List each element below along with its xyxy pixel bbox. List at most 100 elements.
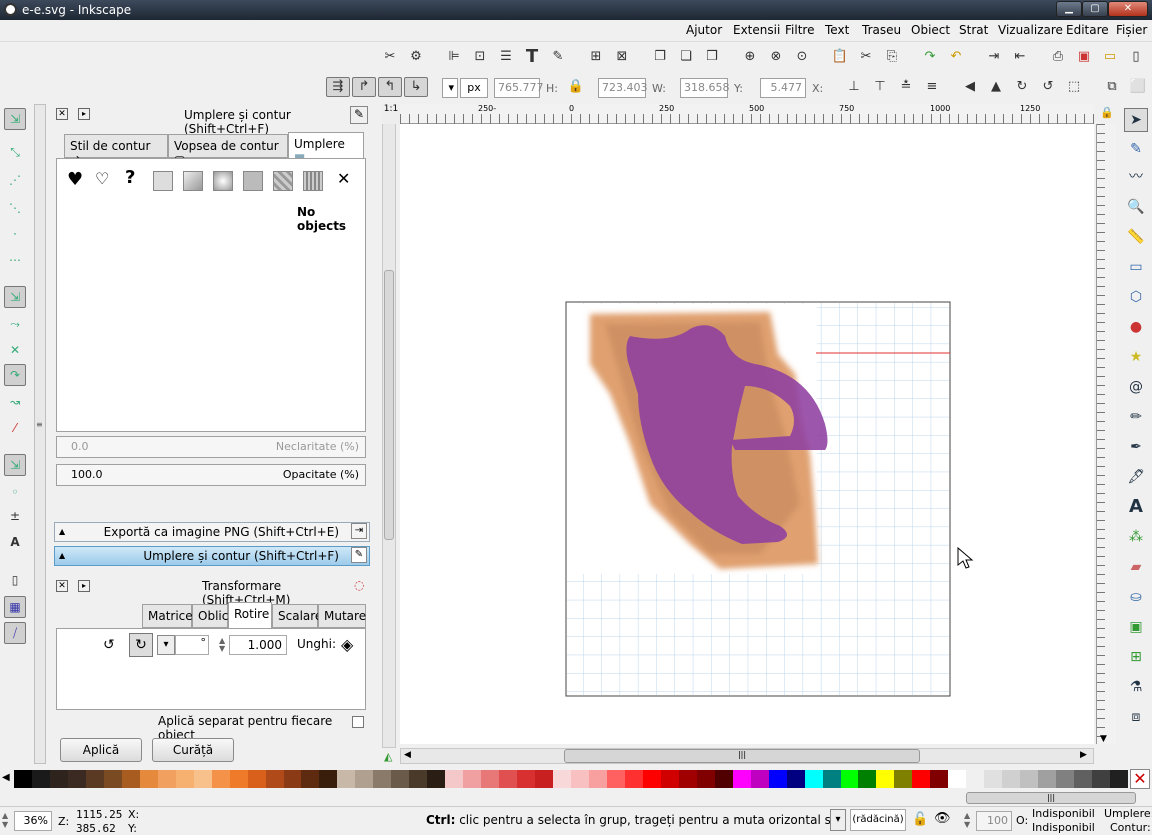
- tab-fill[interactable]: Umplere ■: [288, 132, 364, 165]
- menu-editare[interactable]: Editare: [1066, 23, 1109, 37]
- eraser-tool-icon[interactable]: ▰: [1124, 556, 1148, 580]
- opacity-spin-icon[interactable]: ▲ ▼: [964, 811, 976, 831]
- pencil-tool-icon[interactable]: ✏: [1124, 406, 1148, 430]
- flip-horizontal-icon[interactable]: ▲: [986, 77, 1006, 97]
- y-input[interactable]: 318.658: [680, 78, 730, 98]
- dropper-tool-icon[interactable]: ⚗: [1124, 676, 1148, 700]
- palette-swatch[interactable]: [409, 770, 428, 788]
- palette-swatch[interactable]: [67, 770, 87, 788]
- palette-swatch[interactable]: [373, 770, 392, 788]
- zoom-drawing-icon[interactable]: ⊗: [766, 47, 786, 67]
- gradient-tool-icon[interactable]: ▣: [1124, 616, 1148, 640]
- palette-swatch[interactable]: [768, 770, 788, 788]
- height-input[interactable]: 765.777: [494, 78, 544, 98]
- palette-swatch[interactable]: [517, 770, 536, 788]
- opacity-input[interactable]: 100: [976, 811, 1012, 831]
- no-paint-icon[interactable]: ✕: [337, 169, 350, 188]
- duplicate-icon[interactable]: ❏: [676, 47, 696, 67]
- minimize-button[interactable]: ▁: [1056, 1, 1082, 17]
- pen-tool-icon[interactable]: ✒: [1124, 436, 1148, 460]
- palette-swatch[interactable]: [301, 770, 320, 788]
- palette-swatch[interactable]: [714, 770, 734, 788]
- ungroup-icon[interactable]: ⊞: [586, 47, 606, 67]
- copy-icon[interactable]: ❒: [702, 47, 722, 67]
- measure-tool-icon[interactable]: 📏: [1124, 226, 1148, 250]
- palette-swatch[interactable]: [912, 770, 931, 788]
- snap-cusp-nodes-icon[interactable]: ↷: [4, 364, 26, 386]
- selector-tool-icon[interactable]: ➤: [1124, 108, 1148, 132]
- transform-stroke-icon[interactable]: ⇶: [326, 77, 350, 97]
- lower-bottom-icon[interactable]: ⊥: [844, 77, 864, 97]
- palette-swatch[interactable]: [642, 770, 662, 788]
- export-png-expander[interactable]: ▲ Exportă ca imagine PNG (Shift+Ctrl+E) …: [54, 522, 370, 542]
- palette-swatch[interactable]: [49, 770, 69, 788]
- scroll-right-icon[interactable]: ▶: [1080, 750, 1087, 760]
- clone-icon[interactable]: ❐: [650, 47, 670, 67]
- palette-swatch[interactable]: [1002, 770, 1021, 788]
- palette-swatch[interactable]: [337, 770, 356, 788]
- lock-icon[interactable]: 🔒: [566, 77, 586, 97]
- palette-swatch[interactable]: [571, 770, 590, 788]
- palette-swatch[interactable]: [139, 770, 159, 788]
- 3dbox-tool-icon[interactable]: ⬡: [1124, 286, 1148, 310]
- transform-pattern-icon[interactable]: ↳: [404, 77, 428, 97]
- palette-swatch[interactable]: [948, 770, 967, 788]
- transform-iconify-icon[interactable]: ▸: [78, 580, 90, 592]
- angle-unit-field[interactable]: °: [175, 635, 209, 655]
- menu-traseu[interactable]: Traseu: [862, 23, 901, 37]
- spiral-tool-icon[interactable]: @: [1124, 376, 1148, 400]
- zoom-tool-icon[interactable]: 🔍: [1124, 196, 1148, 220]
- snap-text-baseline-icon[interactable]: A: [4, 532, 26, 554]
- spray-tool-icon[interactable]: ⁂: [1124, 526, 1148, 550]
- tool-settings-icon[interactable]: ✂: [380, 47, 400, 67]
- swatch-icon[interactable]: [303, 171, 323, 191]
- zoom-spin-icon[interactable]: ▲ ▼: [2, 811, 14, 831]
- palette-swatch[interactable]: [499, 770, 518, 788]
- palette-swatch[interactable]: [858, 770, 877, 788]
- snap-bbox-center-icon[interactable]: ⋯: [4, 250, 26, 272]
- palette-swatch[interactable]: [606, 770, 626, 788]
- angle-input[interactable]: 1.000: [229, 635, 287, 655]
- opacity-slider[interactable]: 100.0 Opacitate (%): [56, 464, 366, 486]
- canvas[interactable]: [400, 124, 1094, 744]
- new-document-icon[interactable]: ▯: [1126, 47, 1146, 67]
- snap-path-intersection-icon[interactable]: ✕: [4, 340, 26, 362]
- export-icon[interactable]: ⇥: [984, 47, 1004, 67]
- snap-rotation-center-icon[interactable]: ±: [4, 506, 26, 528]
- calligraphy-tool-icon[interactable]: 🖋: [1124, 466, 1148, 490]
- group-icon[interactable]: ⊠: [612, 47, 632, 67]
- text-font-icon[interactable]: T: [522, 47, 542, 67]
- apply-button[interactable]: Aplică: [60, 738, 142, 762]
- tab-skew[interactable]: Oblic: [192, 604, 228, 628]
- palette-swatch[interactable]: [1056, 770, 1075, 788]
- palette-swatch[interactable]: [553, 770, 572, 788]
- bucket-tool-icon[interactable]: ⛀: [1124, 586, 1148, 610]
- transform-close-icon[interactable]: ✕: [56, 580, 68, 592]
- palette-swatch[interactable]: [14, 770, 33, 788]
- rotate-ccw-icon[interactable]: ↺: [1038, 77, 1058, 97]
- snap-bbox-edge-icon[interactable]: ⋰: [4, 170, 26, 192]
- open-icon[interactable]: ▭: [1100, 47, 1120, 67]
- snap-bbox-midpoint-icon[interactable]: ⸱: [4, 224, 26, 246]
- palette-swatch[interactable]: [732, 770, 752, 788]
- palette-swatch[interactable]: [696, 770, 716, 788]
- palette-swatch[interactable]: [535, 770, 554, 788]
- flat-color-icon[interactable]: [153, 171, 173, 191]
- unset-outline-icon[interactable]: ♡: [95, 169, 109, 188]
- align-distribute-icon[interactable]: ⊫: [444, 47, 464, 67]
- palette-swatch[interactable]: [624, 770, 644, 788]
- select-all-icon[interactable]: ⬚: [1064, 77, 1084, 97]
- palette-swatch[interactable]: [355, 770, 374, 788]
- menu-ajutor[interactable]: Ajutor: [686, 23, 722, 37]
- palette-swatch[interactable]: [319, 770, 338, 788]
- unset-paint-icon[interactable]: ♥: [67, 169, 83, 190]
- paste-icon[interactable]: 📋: [830, 47, 850, 67]
- snap-page-border-icon[interactable]: ▯: [4, 570, 26, 592]
- undo-icon[interactable]: ↶: [946, 47, 966, 67]
- snap-nodes-icon[interactable]: ⇲: [4, 286, 26, 308]
- unit-dropdown-icon[interactable]: ▾: [157, 635, 175, 655]
- print-icon[interactable]: ⎙: [1048, 47, 1068, 67]
- x-input[interactable]: 5.477: [760, 78, 806, 98]
- connector-tool-icon[interactable]: ⧈: [1124, 706, 1148, 730]
- rotate-cw-icon[interactable]: ↻: [1012, 77, 1032, 97]
